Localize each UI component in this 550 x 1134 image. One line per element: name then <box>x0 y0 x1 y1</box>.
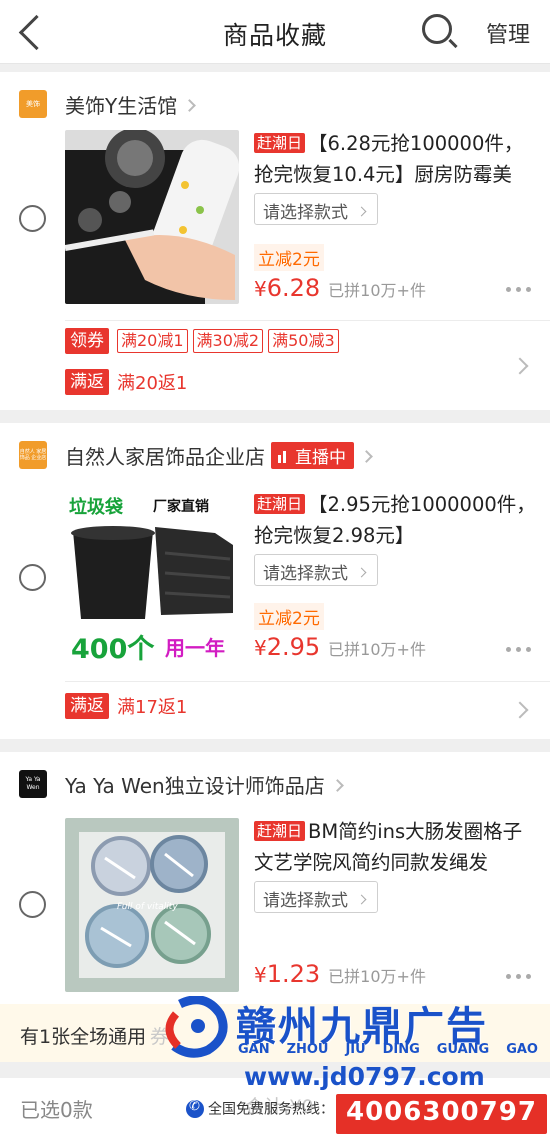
shop-name: 自然人家居饰品企业店 直播中 <box>65 441 373 470</box>
shop-header[interactable]: 自然人 家居饰品 企业店 自然人家居饰品企业店 直播中 <box>0 423 550 481</box>
search-icon[interactable] <box>418 10 458 50</box>
price: 2.95 <box>266 633 321 661</box>
image-text: 400个 <box>71 634 155 661</box>
more-options-icon[interactable] <box>506 284 532 294</box>
top-bar: 商品收藏 管理 <box>0 0 550 64</box>
spec-select-button[interactable]: 请选择款式 <box>254 881 378 913</box>
coupon-tag[interactable]: 满50减3 <box>268 329 339 353</box>
shop-logo: 美饰 <box>19 90 47 118</box>
more-options-icon[interactable] <box>506 644 532 654</box>
chevron-right-icon <box>356 567 367 577</box>
rebate-row[interactable]: 满返 满17返1 <box>65 693 550 729</box>
spec-select-button[interactable]: 请选择款式 <box>254 554 378 586</box>
hot-day-badge: 赶潮日 <box>254 494 306 514</box>
sold-count: 已拼10万+件 <box>328 640 426 659</box>
select-checkbox[interactable] <box>19 564 46 591</box>
shop-header[interactable]: Ya Ya Wen Ya Ya Wen独立设计师饰品店 <box>0 752 550 810</box>
shop-header[interactable]: 美饰 美饰Y生活馆 <box>0 72 550 130</box>
discount-badge: 立减2元 <box>254 244 324 271</box>
rebate-row[interactable]: 满返 满20返1 <box>65 369 550 405</box>
coupon-tag[interactable]: 满20减1 <box>117 329 188 353</box>
coupon-label: 领券 <box>65 328 109 354</box>
rebate-label: 满返 <box>65 693 109 719</box>
product-title[interactable]: 赶潮日 【2.95元抢1000000件，抢完恢复2.98元】 <box>254 489 538 551</box>
page-title: 商品收藏 <box>222 21 327 50</box>
shop-name: 美饰Y生活馆 <box>65 90 197 119</box>
shop-card: 自然人 家居饰品 企业店 自然人家居饰品企业店 直播中 垃圾袋 厂家直销 400个… <box>0 423 550 739</box>
sold-count: 已拼10万+件 <box>328 281 426 300</box>
manage-button[interactable]: 管理 <box>486 17 530 49</box>
live-badge[interactable]: 直播中 <box>271 442 354 469</box>
ad-logo <box>165 996 228 1058</box>
hot-day-badge: 赶潮日 <box>254 821 306 841</box>
shop-card: 美饰 美饰Y生活馆 赶潮日 【6.28元抢100000件，抢完恢复10.4元】厨房… <box>0 72 550 410</box>
chevron-right-icon <box>356 206 367 216</box>
price-row: ¥1.23 已拼10万+件 <box>254 960 426 988</box>
more-options-icon[interactable] <box>506 971 532 981</box>
price-row: ¥6.28 已拼10万+件 <box>254 274 426 302</box>
product-image[interactable] <box>65 130 239 304</box>
shop-card: Ya Ya Wen Ya Ya Wen独立设计师饰品店 Full of vita… <box>0 752 550 1004</box>
favorites-page: 商品收藏 管理 美饰 美饰Y生活馆 赶潮日 【6.28元抢100000件，抢完恢复… <box>0 0 550 1134</box>
chevron-right-icon <box>183 99 197 112</box>
ad-watermark: 赣州九鼎广告 GAN ZHOU JIU DING GUANG GAO www.jd0797… <box>152 990 550 1134</box>
select-checkbox[interactable] <box>19 205 46 232</box>
selected-count: 已选0款 <box>20 1098 93 1122</box>
product-title[interactable]: 赶潮日 BM简约ins大肠发圈格子文艺学院风简约同款发绳发 <box>254 816 538 878</box>
discount-badge: 立减2元 <box>254 603 324 630</box>
coupon-bar-text: 有1张全场通用 <box>20 1026 147 1048</box>
rebate-label: 满返 <box>65 369 109 395</box>
sold-count: 已拼10万+件 <box>328 967 426 986</box>
image-text: 厂家直销 <box>153 499 209 515</box>
product-image[interactable]: Full of vitality <box>65 818 239 992</box>
price: 1.23 <box>266 960 321 988</box>
shop-logo: 自然人 家居饰品 企业店 <box>19 441 47 469</box>
product-title[interactable]: 赶潮日 【6.28元抢100000件，抢完恢复10.4元】厨房防霉美 <box>254 128 538 190</box>
image-text: Full of vitality <box>117 902 178 912</box>
hot-day-badge: 赶潮日 <box>254 133 306 153</box>
divider <box>65 320 550 321</box>
divider <box>65 681 550 682</box>
image-text: 垃圾袋 <box>69 497 123 518</box>
shop-logo: Ya Ya Wen <box>19 770 47 798</box>
phone-icon <box>186 1099 204 1118</box>
chevron-right-icon <box>360 450 373 463</box>
ad-pinyin: GAN ZHOU JIU DING GUANG GAO <box>238 1042 538 1057</box>
coupon-row[interactable]: 领券 满20减1 满30减2 满50减3 <box>65 328 550 364</box>
ad-hotline: 全国免费服务热线： 4006300797 <box>186 1094 547 1134</box>
chevron-right-icon <box>356 894 367 904</box>
ad-phone-number: 4006300797 <box>336 1094 547 1134</box>
price-row: ¥2.95 已拼10万+件 <box>254 633 426 661</box>
price: 6.28 <box>266 274 321 302</box>
live-icon <box>277 450 291 464</box>
product-image[interactable]: 垃圾袋 厂家直销 400个 用一年 <box>65 487 239 661</box>
spec-select-button[interactable]: 请选择款式 <box>254 193 378 225</box>
rebate-text: 满17返1 <box>117 697 188 718</box>
rebate-text: 满20返1 <box>117 373 188 394</box>
select-checkbox[interactable] <box>19 891 46 918</box>
image-text: 用一年 <box>165 636 225 660</box>
ad-url: www.jd0797.com <box>244 1062 485 1091</box>
coupon-tag[interactable]: 满30减2 <box>192 329 264 353</box>
chevron-right-icon <box>330 779 344 792</box>
shop-name: Ya Ya Wen独立设计师饰品店 <box>65 770 344 799</box>
